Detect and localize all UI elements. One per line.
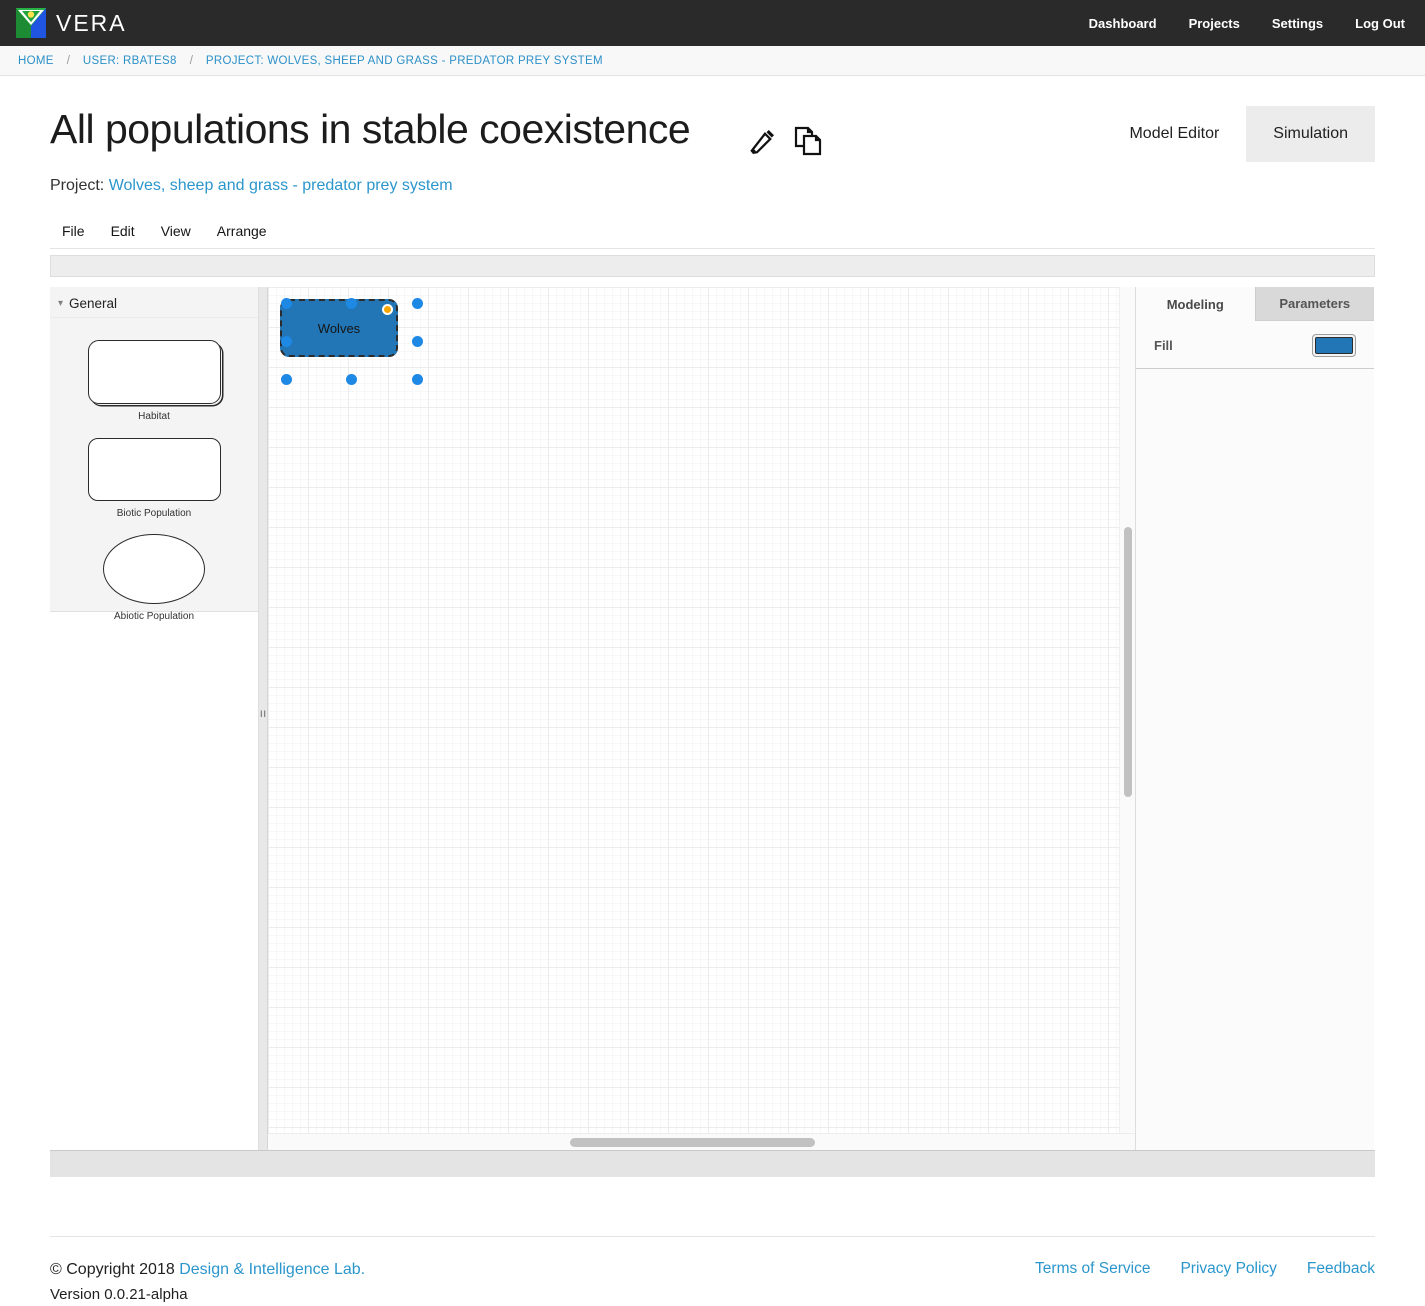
brand-name[interactable]: VERA <box>56 10 127 37</box>
project-line: Project: Wolves, sheep and grass - preda… <box>50 177 1375 195</box>
collapse-triangle-icon: ▾ <box>58 298 63 309</box>
vertical-scrollbar-thumb[interactable] <box>1124 527 1132 797</box>
palette-section-label: General <box>69 296 117 311</box>
model-editor-button[interactable]: Model Editor <box>1102 106 1246 162</box>
selection-handle[interactable] <box>281 374 292 385</box>
node-marker-dot <box>382 304 393 315</box>
breadcrumb-separator: / <box>190 55 193 67</box>
shape-label: Habitat <box>138 411 170 422</box>
page-title: All populations in stable coexistence <box>50 106 690 153</box>
brand[interactable]: VERA <box>16 8 127 38</box>
feedback-link[interactable]: Feedback <box>1307 1260 1375 1278</box>
view-toggle: Model Editor Simulation <box>1102 106 1375 162</box>
terms-of-service-link[interactable]: Terms of Service <box>1035 1260 1150 1278</box>
node-wolves[interactable]: Wolves <box>280 299 398 357</box>
selection-handle[interactable] <box>281 298 292 309</box>
lab-link[interactable]: Design & Intelligence Lab. <box>179 1261 365 1278</box>
menu-arrange[interactable]: Arrange <box>217 223 267 239</box>
footer-links: Terms of Service Privacy Policy Feedback <box>1035 1258 1375 1278</box>
shape-label: Biotic Population <box>117 508 192 519</box>
selection-handle[interactable] <box>412 336 423 347</box>
page-header: All populations in stable coexistence Mo… <box>50 106 1375 162</box>
menu-edit[interactable]: Edit <box>111 223 135 239</box>
edit-pencil-icon[interactable] <box>748 126 778 156</box>
project-label: Project: <box>50 177 104 194</box>
palette-section-header[interactable]: ▾ General <box>50 287 258 318</box>
vertical-scrollbar[interactable] <box>1119 287 1135 1133</box>
breadcrumb-user[interactable]: USER: RBATES8 <box>83 55 177 67</box>
palette-shape-abiotic-population[interactable]: Abiotic Population <box>50 519 258 622</box>
canvas-column: Wolves <box>268 287 1135 1150</box>
privacy-policy-link[interactable]: Privacy Policy <box>1180 1260 1276 1278</box>
resizer-grip-icon: II <box>260 709 267 719</box>
breadcrumb-home[interactable]: HOME <box>18 55 54 67</box>
page-footer: © Copyright 2018 Design & Intelligence L… <box>50 1236 1375 1306</box>
shape-label: Abiotic Population <box>114 611 194 622</box>
vera-logo-icon <box>16 8 46 38</box>
simulation-button[interactable]: Simulation <box>1246 106 1375 162</box>
breadcrumb: HOME / USER: RBATES8 / PROJECT: WOLVES, … <box>0 46 1425 76</box>
palette-shape-biotic-population[interactable]: Biotic Population <box>50 422 258 519</box>
nav-logout[interactable]: Log Out <box>1355 16 1405 31</box>
menu-view[interactable]: View <box>161 223 191 239</box>
abiotic-population-shape-icon[interactable] <box>103 534 205 604</box>
tab-parameters[interactable]: Parameters <box>1255 287 1375 321</box>
fill-color-picker[interactable] <box>1312 334 1356 357</box>
breadcrumb-separator: / <box>67 55 70 67</box>
selection-handle[interactable] <box>281 336 292 347</box>
copyright-line: © Copyright 2018 Design & Intelligence L… <box>50 1258 365 1283</box>
selection-handle[interactable] <box>412 298 423 309</box>
fill-property-row: Fill <box>1136 323 1374 369</box>
inspector-tabs: Modeling Parameters <box>1136 287 1374 321</box>
copy-icon[interactable] <box>792 124 824 158</box>
toolbar-strip <box>50 255 1375 277</box>
top-navbar: VERA Dashboard Projects Settings Log Out <box>0 0 1425 46</box>
version-text: Version 0.0.21-alpha <box>50 1283 365 1306</box>
project-link[interactable]: Wolves, sheep and grass - predator prey … <box>109 177 453 194</box>
fill-color-swatch <box>1315 337 1353 354</box>
palette-column: ▾ General Habitat Biotic Population Abio… <box>50 287 258 1150</box>
inspector-panel: Modeling Parameters Fill <box>1135 287 1374 1150</box>
selection-handle[interactable] <box>346 298 357 309</box>
horizontal-scrollbar[interactable] <box>268 1133 1135 1150</box>
habitat-shape-icon[interactable] <box>88 340 221 404</box>
nav-projects[interactable]: Projects <box>1189 16 1240 31</box>
panel-resizer[interactable]: II <box>258 287 268 1150</box>
selection-handle[interactable] <box>346 374 357 385</box>
node-label: Wolves <box>318 321 360 336</box>
biotic-population-shape-icon[interactable] <box>88 438 221 501</box>
menubar: File Edit View Arrange <box>50 218 1375 249</box>
model-canvas[interactable]: Wolves <box>268 287 1119 1133</box>
selection-handle[interactable] <box>412 374 423 385</box>
copyright-text: © Copyright 2018 <box>50 1261 179 1278</box>
shape-palette: ▾ General Habitat Biotic Population Abio… <box>50 287 258 612</box>
tab-modeling[interactable]: Modeling <box>1136 287 1255 321</box>
nav-settings[interactable]: Settings <box>1272 16 1323 31</box>
horizontal-scrollbar-thumb[interactable] <box>570 1138 815 1147</box>
bottom-status-strip <box>50 1150 1375 1177</box>
palette-shape-habitat[interactable]: Habitat <box>50 318 258 422</box>
fill-label: Fill <box>1154 338 1173 353</box>
nav-dashboard[interactable]: Dashboard <box>1089 16 1157 31</box>
nav-links: Dashboard Projects Settings Log Out <box>1089 16 1409 31</box>
breadcrumb-project[interactable]: PROJECT: WOLVES, SHEEP AND GRASS - PREDA… <box>206 55 603 67</box>
editor-area: ▾ General Habitat Biotic Population Abio… <box>50 287 1375 1150</box>
menu-file[interactable]: File <box>62 223 85 239</box>
